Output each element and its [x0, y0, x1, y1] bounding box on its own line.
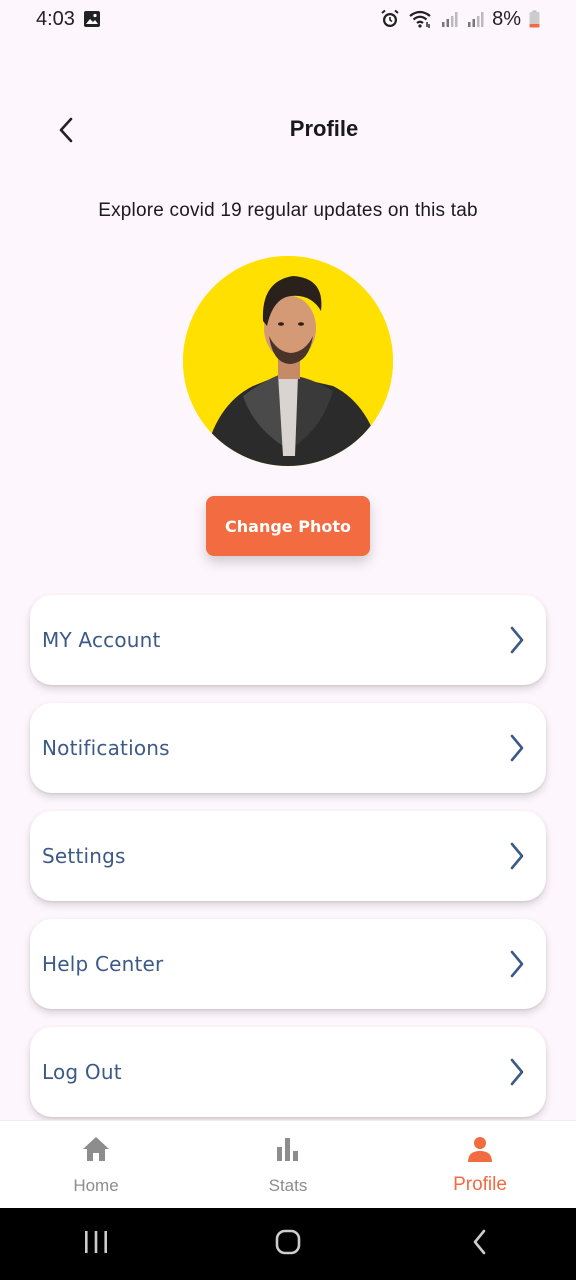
- change-photo-button[interactable]: Change Photo: [206, 496, 370, 556]
- recent-apps-button[interactable]: [56, 1214, 136, 1274]
- system-navigation-bar: [0, 1208, 576, 1280]
- alarm-icon: [380, 9, 400, 29]
- avatar: [183, 256, 393, 466]
- menu-item-settings[interactable]: Settings: [30, 811, 546, 901]
- home-icon: [81, 1135, 111, 1168]
- chevron-right-icon: [506, 948, 528, 980]
- signal-icon: [440, 10, 458, 28]
- profile-photo: [183, 256, 393, 466]
- person-icon: [466, 1135, 494, 1168]
- system-back-icon: [470, 1228, 490, 1261]
- status-right: 8%: [380, 8, 540, 31]
- stats-icon: [274, 1135, 302, 1168]
- menu-item-label: Log Out: [42, 1060, 122, 1084]
- nav-label-stats: Stats: [268, 1176, 308, 1195]
- wifi-icon: [408, 9, 432, 29]
- menu-item-label: Notifications: [42, 736, 170, 760]
- status-time: 4:03: [36, 7, 75, 30]
- menu-item-log-out[interactable]: Log Out: [30, 1027, 546, 1117]
- menu-item-label: Settings: [42, 844, 126, 868]
- nav-item-profile[interactable]: Profile: [384, 1121, 576, 1208]
- menu-item-my-account[interactable]: MY Account: [30, 595, 546, 685]
- chevron-right-icon: [506, 840, 528, 872]
- battery-icon: [529, 10, 540, 28]
- page-title: Profile: [289, 116, 359, 141]
- signal-icon: [466, 10, 484, 28]
- status-bar: 4:03 8%: [0, 0, 576, 38]
- chevron-right-icon: [506, 1056, 528, 1088]
- home-system-button[interactable]: [248, 1214, 328, 1274]
- image-icon: [83, 10, 101, 28]
- battery-percent: 8%: [492, 7, 521, 30]
- menu-item-help-center[interactable]: Help Center: [30, 919, 546, 1009]
- nav-label-profile: Profile: [453, 1174, 507, 1195]
- menu-item-label: MY Account: [42, 628, 161, 652]
- nav-item-stats[interactable]: Stats: [192, 1121, 384, 1208]
- bottom-navigation: Home Stats Profile: [0, 1120, 576, 1208]
- nav-item-home[interactable]: Home: [0, 1121, 192, 1208]
- home-circle-icon: [274, 1228, 302, 1261]
- menu-item-label: Help Center: [42, 952, 164, 976]
- recent-apps-icon: [83, 1230, 109, 1259]
- chevron-right-icon: [506, 732, 528, 764]
- page-subtitle: Explore covid 19 regular updates on this…: [98, 200, 478, 221]
- chevron-right-icon: [506, 624, 528, 656]
- status-left: 4:03: [36, 8, 101, 31]
- system-back-button[interactable]: [440, 1214, 520, 1274]
- app-bar: Profile: [0, 100, 576, 160]
- menu-item-notifications[interactable]: Notifications: [30, 703, 546, 793]
- nav-label-home: Home: [73, 1176, 119, 1195]
